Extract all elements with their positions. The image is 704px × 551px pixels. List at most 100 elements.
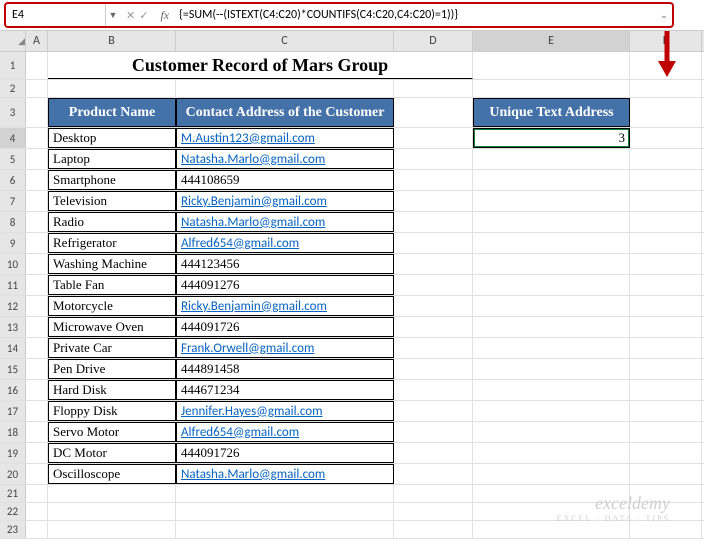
cell[interactable] bbox=[48, 485, 176, 502]
cell[interactable] bbox=[630, 275, 702, 295]
cell[interactable] bbox=[26, 422, 48, 442]
col-header-e[interactable]: E bbox=[473, 31, 630, 51]
cell[interactable] bbox=[473, 52, 630, 79]
row-header[interactable]: 11 bbox=[0, 275, 26, 295]
col-header-d[interactable]: D bbox=[394, 31, 473, 51]
cell[interactable] bbox=[630, 401, 702, 421]
product-cell[interactable]: Refrigerator bbox=[48, 233, 176, 253]
product-cell[interactable]: Servo Motor bbox=[48, 422, 176, 442]
cell[interactable] bbox=[394, 443, 473, 463]
contact-cell[interactable]: Alfred654@gmail.com bbox=[176, 422, 394, 442]
select-all-corner[interactable]: ◢ bbox=[0, 31, 26, 51]
cell[interactable] bbox=[630, 380, 702, 400]
cell[interactable] bbox=[630, 521, 702, 538]
product-cell[interactable]: Table Fan bbox=[48, 275, 176, 295]
cell[interactable] bbox=[26, 338, 48, 358]
cell[interactable] bbox=[630, 296, 702, 316]
product-cell[interactable]: Radio bbox=[48, 212, 176, 232]
product-cell[interactable]: Private Car bbox=[48, 338, 176, 358]
contact-cell[interactable]: Ricky.Benjamin@gmail.com bbox=[176, 296, 394, 316]
contact-cell[interactable]: 444671234 bbox=[176, 380, 394, 400]
cell[interactable] bbox=[394, 464, 473, 484]
cell[interactable] bbox=[26, 380, 48, 400]
row-header[interactable]: 3 bbox=[0, 98, 26, 127]
cell[interactable] bbox=[394, 338, 473, 358]
row-header[interactable]: 12 bbox=[0, 296, 26, 316]
cell[interactable] bbox=[26, 149, 48, 169]
row-header[interactable]: 16 bbox=[0, 380, 26, 400]
product-cell[interactable]: Television bbox=[48, 191, 176, 211]
cell[interactable] bbox=[473, 422, 630, 442]
contact-cell[interactable]: 444123456 bbox=[176, 254, 394, 274]
cell[interactable] bbox=[48, 80, 176, 97]
contact-cell[interactable]: Alfred654@gmail.com bbox=[176, 233, 394, 253]
contact-cell[interactable]: 444091726 bbox=[176, 443, 394, 463]
cell[interactable] bbox=[473, 317, 630, 337]
cell[interactable] bbox=[26, 296, 48, 316]
row-header[interactable]: 13 bbox=[0, 317, 26, 337]
cell[interactable] bbox=[630, 317, 702, 337]
cell[interactable] bbox=[26, 503, 48, 520]
col-header-b[interactable]: B bbox=[48, 31, 176, 51]
row-header[interactable]: 8 bbox=[0, 212, 26, 232]
cell[interactable] bbox=[26, 212, 48, 232]
unique-value-cell[interactable]: 3 bbox=[473, 128, 630, 148]
cell[interactable] bbox=[26, 191, 48, 211]
product-cell[interactable]: Hard Disk bbox=[48, 380, 176, 400]
cell[interactable] bbox=[176, 485, 394, 502]
cell[interactable] bbox=[48, 521, 176, 538]
cell[interactable] bbox=[394, 359, 473, 379]
cell[interactable] bbox=[394, 275, 473, 295]
product-cell[interactable]: Oscilloscope bbox=[48, 464, 176, 484]
row-header[interactable]: 9 bbox=[0, 233, 26, 253]
cell[interactable] bbox=[26, 98, 48, 127]
cell[interactable] bbox=[26, 443, 48, 463]
cell[interactable] bbox=[473, 254, 630, 274]
cell[interactable] bbox=[473, 521, 630, 538]
cell[interactable] bbox=[394, 503, 473, 520]
cell[interactable] bbox=[394, 401, 473, 421]
cell[interactable] bbox=[48, 503, 176, 520]
cell[interactable] bbox=[394, 521, 473, 538]
product-cell[interactable]: Laptop bbox=[48, 149, 176, 169]
cell[interactable] bbox=[176, 521, 394, 538]
contact-cell[interactable]: 444091276 bbox=[176, 275, 394, 295]
cell[interactable] bbox=[394, 422, 473, 442]
header-unique[interactable]: Unique Text Address bbox=[473, 98, 630, 127]
cell[interactable] bbox=[473, 212, 630, 232]
cell[interactable] bbox=[26, 170, 48, 190]
cell[interactable] bbox=[473, 443, 630, 463]
cell[interactable] bbox=[630, 464, 702, 484]
cell[interactable] bbox=[176, 503, 394, 520]
cell[interactable] bbox=[394, 296, 473, 316]
cell[interactable] bbox=[26, 401, 48, 421]
cell[interactable] bbox=[394, 254, 473, 274]
cell[interactable] bbox=[473, 170, 630, 190]
cell[interactable] bbox=[473, 464, 630, 484]
cell[interactable] bbox=[26, 464, 48, 484]
product-cell[interactable]: Pen Drive bbox=[48, 359, 176, 379]
cell[interactable] bbox=[26, 485, 48, 502]
contact-cell[interactable]: Natasha.Marlo@gmail.com bbox=[176, 212, 394, 232]
header-contact[interactable]: Contact Address of the Customer bbox=[176, 98, 394, 127]
row-header[interactable]: 22 bbox=[0, 503, 26, 520]
product-cell[interactable]: DC Motor bbox=[48, 443, 176, 463]
row-header[interactable]: 7 bbox=[0, 191, 26, 211]
row-header[interactable]: 1 bbox=[0, 52, 26, 79]
cell[interactable] bbox=[473, 149, 630, 169]
page-title[interactable]: Customer Record of Mars Group bbox=[48, 52, 473, 79]
contact-cell[interactable]: Natasha.Marlo@gmail.com bbox=[176, 464, 394, 484]
row-header[interactable]: 19 bbox=[0, 443, 26, 463]
contact-cell[interactable]: Natasha.Marlo@gmail.com bbox=[176, 149, 394, 169]
row-header[interactable]: 15 bbox=[0, 359, 26, 379]
cell[interactable] bbox=[26, 233, 48, 253]
contact-cell[interactable]: Jennifer.Hayes@gmail.com bbox=[176, 401, 394, 421]
col-header-c[interactable]: C bbox=[176, 31, 394, 51]
row-header[interactable]: 5 bbox=[0, 149, 26, 169]
cell[interactable] bbox=[394, 485, 473, 502]
product-cell[interactable]: Washing Machine bbox=[48, 254, 176, 274]
cell[interactable] bbox=[473, 359, 630, 379]
cell[interactable] bbox=[630, 359, 702, 379]
cell[interactable] bbox=[394, 191, 473, 211]
cell[interactable] bbox=[473, 338, 630, 358]
